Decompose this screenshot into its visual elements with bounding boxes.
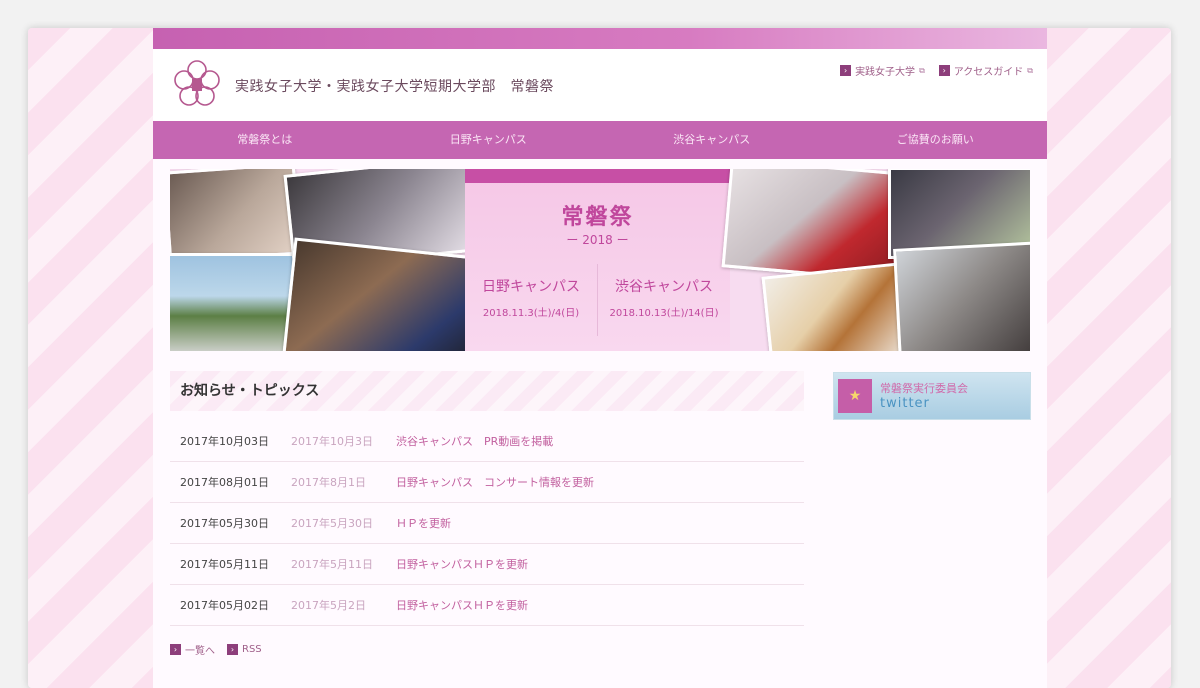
util-link-label: アクセスガイド bbox=[953, 67, 1024, 78]
util-link-university[interactable]: › 実践女子大学 ⧉ bbox=[840, 63, 925, 78]
news-date: 2017年10月03日 bbox=[180, 435, 269, 448]
page-container: 実践女子大学・実践女子大学短期大学部 常磐祭 › 実践女子大学 ⧉ › アクセス… bbox=[153, 28, 1047, 688]
twitter-banner-label: twitter bbox=[880, 396, 930, 411]
hero-photo bbox=[761, 261, 917, 351]
chevron-right-icon: › bbox=[227, 644, 238, 655]
campus-name: 渋谷キャンパス bbox=[615, 279, 713, 295]
hero-photo bbox=[170, 253, 302, 351]
news-list: 2017年10月03日 2017年10月3日 渋谷キャンパス PR動画を掲載 2… bbox=[170, 421, 804, 626]
news-heading: お知らせ・トピックス bbox=[170, 371, 804, 411]
news-item: 2017年05月30日 2017年5月30日 ＨＰを更新 bbox=[170, 503, 804, 544]
top-accent-bar bbox=[153, 28, 1047, 49]
news-date: 2017年08月01日 bbox=[180, 476, 269, 489]
twitter-banner[interactable]: ★ 常磐祭実行委員会 twitter bbox=[833, 372, 1031, 420]
nav-item-hino[interactable]: 日野キャンパス bbox=[377, 121, 601, 159]
hero-banner: 常磐祭 ー 2018 ー 日野キャンパス 2018.11.3(土)/4(日) 渋… bbox=[170, 169, 1030, 351]
news-title-link[interactable]: 日野キャンパスＨＰを更新 bbox=[396, 597, 528, 613]
chevron-right-icon: › bbox=[840, 65, 852, 76]
chevron-right-icon: › bbox=[938, 65, 950, 76]
news-sub-date: 2017年5月11日 bbox=[291, 558, 373, 571]
university-logo-icon[interactable] bbox=[171, 58, 223, 110]
festival-year: ー 2018 ー bbox=[566, 233, 629, 247]
news-sub-date: 2017年5月30日 bbox=[291, 517, 373, 530]
util-link-access[interactable]: › アクセスガイド ⧉ bbox=[938, 63, 1033, 78]
external-link-icon: ⧉ bbox=[1027, 65, 1033, 75]
site-title[interactable]: 実践女子大学・実践女子大学短期大学部 常磐祭 bbox=[235, 76, 554, 96]
news-title-link[interactable]: 渋谷キャンパス PR動画を掲載 bbox=[396, 433, 553, 449]
hero-festival-panel: 常磐祭 ー 2018 ー 日野キャンパス 2018.11.3(土)/4(日) 渋… bbox=[465, 169, 730, 351]
nav-item-sponsor[interactable]: ご協賛のお願い bbox=[824, 121, 1048, 159]
news-title-link[interactable]: 日野キャンパス コンサート情報を更新 bbox=[396, 474, 594, 490]
campus-shibuya[interactable]: 渋谷キャンパス 2018.10.13(土)/14(日) bbox=[598, 264, 730, 336]
hero-photo bbox=[282, 237, 482, 351]
global-nav: 常磐祭とは 日野キャンパス 渋谷キャンパス ご協賛のお願い bbox=[153, 121, 1047, 159]
news-sub-date: 2017年8月1日 bbox=[291, 476, 366, 489]
util-link-label: 実践女子大学 bbox=[855, 67, 916, 78]
news-item: 2017年05月11日 2017年5月11日 日野キャンパスＨＰを更新 bbox=[170, 544, 804, 585]
campus-name: 日野キャンパス bbox=[482, 279, 580, 295]
nav-item-about[interactable]: 常磐祭とは bbox=[153, 121, 377, 159]
news-item: 2017年08月01日 2017年8月1日 日野キャンパス コンサート情報を更新 bbox=[170, 462, 804, 503]
news-item: 2017年05月02日 2017年5月2日 日野キャンパスＨＰを更新 bbox=[170, 585, 804, 626]
news-date: 2017年05月11日 bbox=[180, 558, 269, 571]
campus-date: 2018.10.13(土)/14(日) bbox=[609, 308, 719, 319]
campus-date: 2018.11.3(土)/4(日) bbox=[482, 308, 580, 319]
news-list-link[interactable]: › 一覧へ bbox=[170, 642, 215, 657]
rss-link[interactable]: › RSS bbox=[227, 642, 262, 657]
twitter-mascot-icon: ★ bbox=[838, 379, 872, 413]
festival-title: 常磐祭 bbox=[561, 205, 634, 230]
sidebar: ★ 常磐祭実行委員会 twitter bbox=[833, 372, 1031, 420]
news-title-link[interactable]: 日野キャンパスＨＰを更新 bbox=[396, 556, 528, 572]
news-date: 2017年05月02日 bbox=[180, 599, 269, 612]
utility-links: › 実践女子大学 ⧉ › アクセスガイド ⧉ bbox=[840, 63, 1033, 78]
news-sub-date: 2017年10月3日 bbox=[291, 435, 373, 448]
news-sub-date: 2017年5月2日 bbox=[291, 599, 366, 612]
twitter-banner-text: 常磐祭実行委員会 twitter bbox=[880, 381, 968, 411]
news-footer-links: › 一覧へ › RSS bbox=[170, 642, 804, 657]
campus-hino[interactable]: 日野キャンパス 2018.11.3(土)/4(日) bbox=[465, 264, 597, 336]
site-header: 実践女子大学・実践女子大学短期大学部 常磐祭 › 実践女子大学 ⧉ › アクセス… bbox=[153, 49, 1047, 121]
rss-link-label: RSS bbox=[242, 644, 262, 655]
news-title-link[interactable]: ＨＰを更新 bbox=[396, 515, 451, 531]
news-date: 2017年05月30日 bbox=[180, 517, 269, 530]
hero-panel-accent bbox=[465, 169, 730, 183]
news-list-link-label: 一覧へ bbox=[185, 646, 215, 657]
hero-photo bbox=[893, 241, 1030, 351]
news-item: 2017年10月03日 2017年10月3日 渋谷キャンパス PR動画を掲載 bbox=[170, 421, 804, 462]
chevron-right-icon: › bbox=[170, 644, 181, 655]
news-section: お知らせ・トピックス 2017年10月03日 2017年10月3日 渋谷キャンパ… bbox=[170, 371, 804, 657]
external-link-icon: ⧉ bbox=[919, 65, 925, 75]
twitter-banner-title: 常磐祭実行委員会 bbox=[880, 382, 968, 395]
nav-item-shibuya[interactable]: 渋谷キャンパス bbox=[600, 121, 824, 159]
hero-photo bbox=[170, 169, 302, 264]
